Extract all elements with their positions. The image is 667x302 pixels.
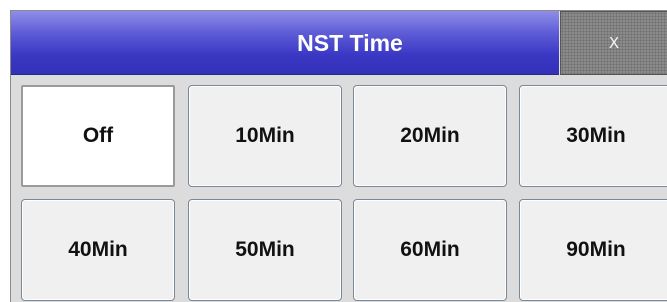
dialog-title: NST Time [297, 30, 403, 56]
nst-time-dialog: NST Time X Off 10Min 20Min 30Min 40Min 5… [10, 10, 667, 302]
time-option-grid: Off 10Min 20Min 30Min 40Min 50Min 60Min … [11, 75, 667, 302]
option-20min-button[interactable]: 20Min [353, 85, 507, 187]
option-60min-button[interactable]: 60Min [353, 199, 507, 301]
option-off-button[interactable]: Off [21, 85, 175, 187]
close-button[interactable]: X [560, 11, 667, 75]
option-30min-button[interactable]: 30Min [519, 85, 667, 187]
option-10min-button[interactable]: 10Min [188, 85, 342, 187]
option-90min-button[interactable]: 90Min [519, 199, 667, 301]
title-bar: NST Time [11, 11, 559, 75]
option-40min-button[interactable]: 40Min [21, 199, 175, 301]
option-50min-button[interactable]: 50Min [188, 199, 342, 301]
